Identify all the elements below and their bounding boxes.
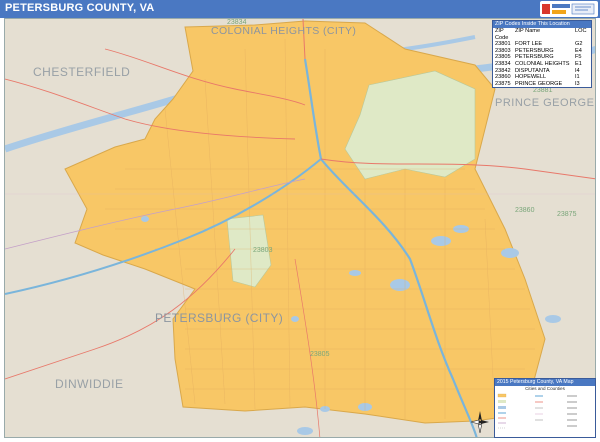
zip-code-cell: 23875 xyxy=(495,80,511,87)
compass-rose-icon xyxy=(470,410,490,434)
legend-subtitle: Cities and Counties xyxy=(525,386,565,391)
zip-code-table: ZIP Codes Inside This Location ZIP Code … xyxy=(492,20,592,89)
lake xyxy=(141,216,149,222)
zip-header-code: ZIP Code xyxy=(495,28,509,41)
lake xyxy=(291,316,299,322)
zip-loc-cell: I1 xyxy=(575,74,580,81)
table-row: 23875 PRINCE GEORGE I3 xyxy=(493,81,591,88)
zip-code-cell: 23803 xyxy=(495,47,511,54)
lake xyxy=(431,236,451,246)
zip-loc-cell: E4 xyxy=(575,47,582,54)
zip-header-loc: LOC xyxy=(575,28,587,34)
zip-code-cell: 23834 xyxy=(495,60,511,67)
zip-table-title: ZIP Codes Inside This Location xyxy=(493,21,591,28)
zip-label-23834: 23834 xyxy=(227,19,247,26)
table-row: 23842 DISPUTANTA I4 xyxy=(493,68,591,75)
table-row: 23860 HOPEWELL I1 xyxy=(493,74,591,81)
map-legend: 2015 Petersburg County, VA Map Cities an… xyxy=(494,378,596,438)
title-bar: PETERSBURG COUNTY, VA xyxy=(0,0,600,18)
zip-code-cell: 23842 xyxy=(495,67,511,74)
legend-symbols xyxy=(497,393,577,429)
lake xyxy=(349,270,361,276)
zip-label-23803: 23803 xyxy=(253,247,273,254)
lake xyxy=(297,427,313,435)
county-label-prince-george: PRINCE GEORGE xyxy=(495,97,595,109)
map-title: PETERSBURG COUNTY, VA xyxy=(5,2,155,14)
city-label-petersburg: PETERSBURG (CITY) xyxy=(155,311,284,325)
lake xyxy=(501,248,519,258)
zip-loc-cell: I4 xyxy=(575,67,580,74)
zip-code-cell: 23805 xyxy=(495,54,511,61)
zip-code-cell: 23860 xyxy=(495,74,511,81)
legend-title: 2015 Petersburg County, VA Map xyxy=(495,379,595,386)
zip-loc-cell: I3 xyxy=(575,80,580,87)
city-boundary xyxy=(64,20,546,424)
county-label-dinwiddie: DINWIDDIE xyxy=(55,377,124,391)
zip-name-cell: DISPUTANTA xyxy=(515,67,550,74)
table-row: 23801 FORT LEE G2 xyxy=(493,41,591,48)
zip-name-cell: PETERSBURG xyxy=(515,47,554,54)
city-label-colonial-heights: COLONIAL HEIGHTS (CITY) xyxy=(211,25,357,37)
zip-label-23805: 23805 xyxy=(310,351,330,358)
zip-code-cell: 23801 xyxy=(495,41,511,48)
table-row: 23834 COLONIAL HEIGHTS E1 xyxy=(493,61,591,68)
zip-name-cell: FORT LEE xyxy=(515,41,543,48)
table-row: 23803 PETERSBURG E4 xyxy=(493,48,591,55)
zip-label-23875: 23875 xyxy=(557,211,577,218)
zip-name-cell: PETERSBURG xyxy=(515,54,554,61)
zip-loc-cell: E1 xyxy=(575,60,582,67)
zip-table-header: ZIP Code ZIP Name LOC xyxy=(493,28,591,41)
marketmaps-logo-icon xyxy=(540,1,598,17)
zip-loc-cell: F5 xyxy=(575,54,582,61)
lake xyxy=(545,315,561,323)
zip-name-cell: COLONIAL HEIGHTS xyxy=(515,60,570,67)
county-label-chesterfield: CHESTERFIELD xyxy=(33,65,131,79)
zip-name-cell: PRINCE GEORGE xyxy=(515,80,563,87)
zip-header-name: ZIP Name xyxy=(515,28,541,34)
zip-name-cell: HOPEWELL xyxy=(515,74,547,81)
zip-loc-cell: G2 xyxy=(575,41,583,48)
table-row: 23805 PETERSBURG F5 xyxy=(493,54,591,61)
zip-label-23860: 23860 xyxy=(515,207,535,214)
